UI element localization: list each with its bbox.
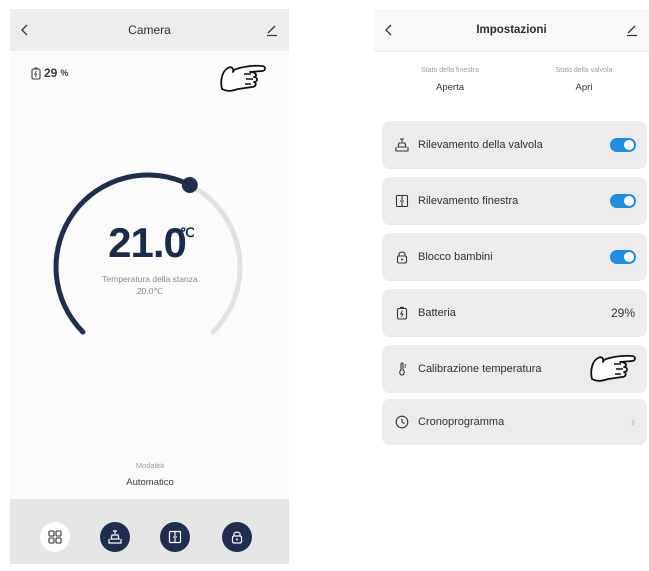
edit-button[interactable] [617,9,647,51]
window-icon [393,192,411,210]
page-title: Impostazioni [476,24,547,36]
valve-detection-toggle[interactable] [610,138,636,152]
battery-unit: % [60,68,69,78]
setting-label: Rilevamento della valvola [418,139,543,151]
valve-status-label: Stato della valvola [555,67,613,74]
valve-icon [108,530,122,544]
setting-label: Rilevamento finestra [418,195,519,207]
grid-button[interactable] [40,522,70,552]
chevron-left-icon [21,24,28,36]
chevron-right-icon: › [631,415,635,429]
grid-icon [48,530,62,544]
battery-value: 29 [44,66,58,80]
pencil-icon [267,25,277,37]
battery-percentage: 29% [610,306,635,320]
chevron-left-icon [385,24,392,36]
valve-status: Stato della valvola Apri [524,67,644,93]
pointing-hand-icon [588,349,642,390]
setting-row-schedule[interactable]: Cronoprogramma › [382,399,647,445]
edit-button[interactable] [257,9,287,51]
page-title: Camera [128,23,171,37]
temperature-dial[interactable] [48,167,248,367]
battery-indicator: 29% [31,66,68,80]
lock-icon [393,248,411,266]
window-status: Stato della finestra Aperta [390,67,510,93]
room-temperature-label: Temperatura della stanza [102,274,198,284]
dial-knob[interactable] [181,177,198,194]
battery-icon [31,67,41,80]
valve-icon [393,136,411,154]
setpoint-unit: ℃ [180,225,195,240]
pencil-icon [627,25,637,37]
child-lock-toggle[interactable] [610,250,636,264]
mode-label: Modalità [135,461,165,470]
setting-label: Cronoprogramma [418,416,505,428]
status-summary: Stato della finestra Aperta Stato della … [374,67,649,107]
setting-row-valve-detection[interactable]: Rilevamento della valvola [382,121,647,169]
window-icon [168,530,182,544]
back-button[interactable] [10,9,40,51]
setting-label: Batteria [418,307,456,319]
settings-screen: Impostazioni Stato della finestra Aperta… [374,9,649,564]
setting-row-window-detection[interactable]: Rilevamento finestra [382,177,647,225]
clock-icon [393,413,411,431]
thermometer-icon [393,360,411,378]
header-bar: Impostazioni [374,9,649,52]
window-button[interactable] [160,522,190,552]
room-temperature-value: 20.0℃ [136,286,164,296]
pointing-hand-icon [218,59,272,100]
setting-label: Blocco bambini [418,251,493,263]
lock-icon [231,531,243,544]
valve-button[interactable] [100,522,130,552]
battery-icon [393,304,411,322]
lock-button[interactable] [222,522,252,552]
window-status-value: Aperta [436,82,464,93]
setting-row-child-lock[interactable]: Blocco bambini [382,233,647,281]
window-detection-toggle[interactable] [610,194,636,208]
bottom-toolbar [10,499,289,564]
header-bar: Camera [10,9,289,51]
valve-status-value: Apri [575,82,593,93]
window-status-label: Stato della finestra [421,67,479,74]
back-button[interactable] [374,9,404,51]
mode-value[interactable]: Automatico [100,477,200,488]
thermostat-screen: Camera 29% 21.0 ℃ Temperatura della stan… [10,9,289,564]
setting-row-battery[interactable]: Batteria 29% [382,289,647,337]
